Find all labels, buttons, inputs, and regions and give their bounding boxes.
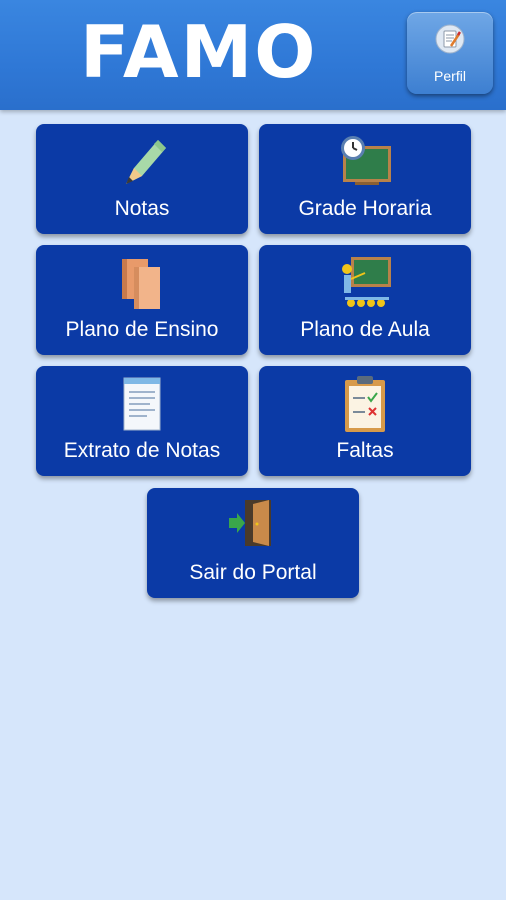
books-icon: [112, 253, 172, 313]
profile-label: Perfil: [434, 68, 466, 84]
plano-aula-label: Plano de Aula: [300, 318, 430, 341]
exit-door-icon: [223, 496, 283, 556]
faltas-label: Faltas: [336, 439, 394, 462]
clipboard-checklist-icon: [335, 374, 395, 434]
plano-ensino-label: Plano de Ensino: [65, 318, 219, 341]
plano-ensino-button[interactable]: Plano de Ensino: [36, 245, 248, 355]
grade-horaria-label: Grade Horaria: [298, 197, 432, 220]
pencil-icon: [112, 132, 172, 192]
classroom-icon: [335, 253, 395, 313]
extrato-notas-button[interactable]: Extrato de Notas: [36, 366, 248, 476]
notas-button[interactable]: Notas: [36, 124, 248, 234]
profile-icon: [435, 24, 465, 61]
app-header: FAMO Perfil: [0, 0, 506, 110]
faltas-button[interactable]: Faltas: [259, 366, 471, 476]
famo-logo: FAMO: [80, 10, 318, 94]
clock-chalkboard-icon: [335, 132, 395, 192]
extrato-notas-label: Extrato de Notas: [63, 439, 221, 462]
profile-button[interactable]: Perfil: [407, 12, 493, 94]
plano-aula-button[interactable]: Plano de Aula: [259, 245, 471, 355]
document-icon: [112, 374, 172, 434]
sair-portal-label: Sair do Portal: [189, 561, 317, 584]
notas-label: Notas: [114, 197, 170, 220]
grade-horaria-button[interactable]: Grade Horaria: [259, 124, 471, 234]
sair-portal-button[interactable]: Sair do Portal: [147, 488, 359, 598]
